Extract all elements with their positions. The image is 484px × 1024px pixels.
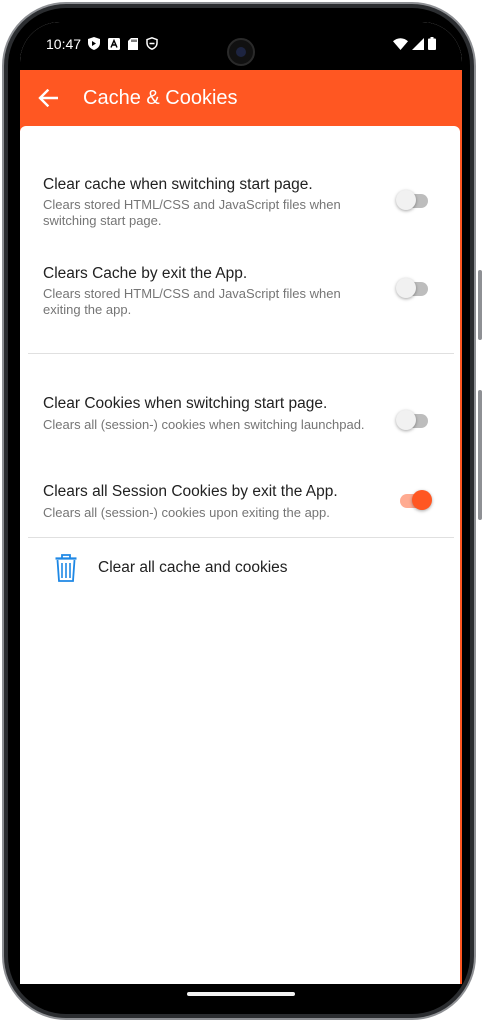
- switch-thumb: [396, 410, 416, 430]
- app-bar: Cache & Cookies: [20, 70, 462, 126]
- pref-title: Clears Cache by exit the App.: [43, 265, 248, 282]
- switch-thumb: [396, 278, 416, 298]
- arrow-left-icon: [38, 89, 58, 107]
- page-title: Cache & Cookies: [83, 87, 238, 109]
- signal-icon: [412, 37, 424, 50]
- a-box-icon: [108, 37, 120, 50]
- pref-title: Clear cache when switching start page.: [43, 176, 313, 193]
- clear-all-label: Clear all cache and cookies: [98, 559, 288, 576]
- vpn-shield-icon: [146, 37, 158, 50]
- settings-card: Clear cache when switching start page. C…: [20, 126, 460, 984]
- wifi-icon: [393, 37, 408, 50]
- screen: 10:47 Cache & Cookies Clear cache when s…: [20, 22, 462, 984]
- clear-all-button[interactable]: Clear all cache and cookies: [20, 546, 460, 590]
- pref-summary: Clears all (session-) cookies upon exiti…: [43, 505, 330, 520]
- status-icons-right: [393, 37, 436, 50]
- pref-clear-cache-exit[interactable]: Clears Cache by exit the App. Clears sto…: [20, 255, 460, 325]
- toggle-switch[interactable]: [396, 490, 432, 512]
- pref-clear-session-cookies-exit[interactable]: Clears all Session Cookies by exit the A…: [20, 466, 460, 526]
- switch-thumb: [396, 190, 416, 210]
- toggle-switch[interactable]: [396, 278, 432, 300]
- trash-icon: [55, 554, 77, 582]
- status-time: 10:47: [46, 36, 82, 52]
- phone-device: 10:47 Cache & Cookies Clear cache when s…: [0, 0, 484, 1024]
- pref-summary: Clears all (session-) cookies when switc…: [43, 417, 365, 432]
- pref-summary: Clears stored HTML/CSS and JavaScript fi…: [43, 286, 341, 317]
- shield-icon: [88, 37, 100, 50]
- toggle-switch[interactable]: [396, 190, 432, 212]
- status-bar: 10:47: [20, 22, 462, 70]
- status-icons-left: [88, 37, 158, 50]
- pref-clear-cache-switch-start[interactable]: Clear cache when switching start page. C…: [20, 166, 460, 236]
- toggle-switch[interactable]: [396, 410, 432, 432]
- switch-thumb: [412, 490, 432, 510]
- front-camera: [227, 38, 255, 66]
- volume-button: [478, 390, 482, 520]
- home-indicator[interactable]: [187, 992, 295, 996]
- section-divider: [28, 353, 454, 354]
- pref-title: Clears all Session Cookies by exit the A…: [43, 483, 338, 500]
- pref-clear-cookies-switch-start[interactable]: Clear Cookies when switching start page.…: [20, 366, 460, 436]
- section-divider: [28, 537, 454, 538]
- back-button[interactable]: [34, 84, 62, 112]
- power-button: [478, 270, 482, 340]
- content-area: Clear cache when switching start page. C…: [20, 126, 462, 984]
- battery-icon: [428, 37, 436, 50]
- pref-summary: Clears stored HTML/CSS and JavaScript fi…: [43, 197, 341, 228]
- sd-card-icon: [128, 37, 138, 50]
- pref-title: Clear Cookies when switching start page.: [43, 395, 328, 412]
